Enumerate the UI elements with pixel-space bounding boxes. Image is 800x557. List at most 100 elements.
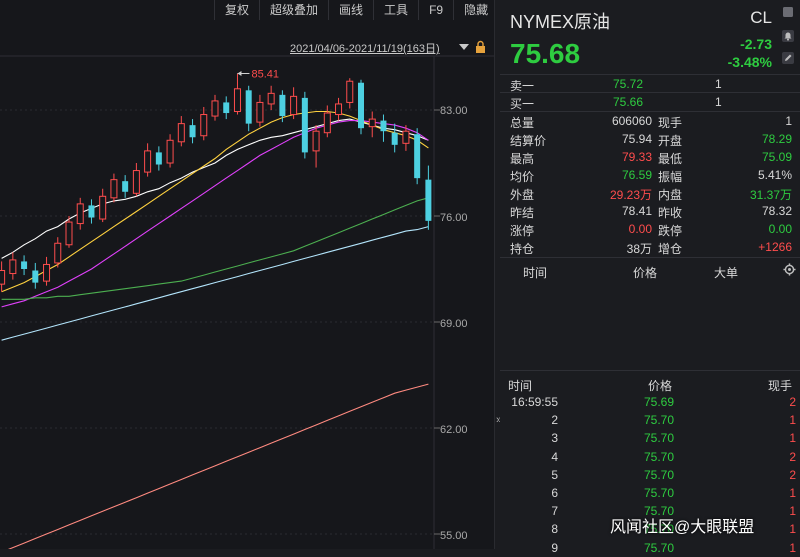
- bid-qty: 1: [715, 95, 722, 109]
- stats-row: 均价 76.59 振幅 5.41%: [500, 166, 800, 184]
- stat-value: 5.41%: [757, 168, 792, 182]
- toolbar-draw-line-button[interactable]: 画线: [329, 0, 375, 20]
- toolbar-f9-button[interactable]: F9: [419, 0, 455, 20]
- stat-label: 最高: [510, 152, 535, 166]
- bell-icon[interactable]: [782, 30, 794, 42]
- tick-time: 8: [551, 522, 558, 537]
- tick-row[interactable]: 4 75.70 2: [500, 448, 800, 466]
- candle-body: [189, 125, 196, 138]
- candle-body: [380, 120, 387, 132]
- y-tick-label: 83.00: [440, 105, 468, 117]
- stat-label: 均价: [510, 170, 535, 184]
- kline-chart[interactable]: 85.41: [0, 0, 494, 549]
- stat-label: 振幅: [658, 170, 683, 184]
- ticks-header-price: 价格: [648, 379, 673, 393]
- kline-chart-area[interactable]: 85.41 复权 超级叠加 画线 工具 F9 隐藏 2021/04/06-202…: [0, 0, 500, 549]
- stat-value: 78.41: [621, 204, 652, 218]
- candle-body: [267, 92, 275, 105]
- candle-body: [65, 221, 73, 246]
- tick-price: 75.70: [643, 431, 674, 446]
- window-control-icon[interactable]: [782, 6, 794, 18]
- ticks-header: 时间 价格 现手: [500, 375, 800, 393]
- toolbar-hide-button[interactable]: 隐藏: [454, 0, 500, 20]
- chart-toolbar: 复权 超级叠加 画线 工具 F9 隐藏: [214, 0, 500, 20]
- stat-value: 0.00: [768, 222, 792, 236]
- stat-label: 增仓: [658, 242, 683, 256]
- stats-row: 持仓 38万 增仓 +1266: [500, 238, 800, 256]
- tick-row[interactable]: 9 75.70 1: [500, 539, 800, 557]
- toolbar-overlay-button[interactable]: 超级叠加: [260, 0, 330, 20]
- y-tick-label: 55.00: [440, 530, 468, 542]
- stats-row: 结算价 75.94 开盘 78.29: [500, 130, 800, 148]
- stat-label: 涨停: [510, 224, 535, 238]
- tick-row[interactable]: 5 75.70 2: [500, 466, 800, 484]
- ticks-header-qty: 现手: [768, 379, 793, 393]
- date-range-label[interactable]: 2021/04/06-2021/11/19(163日): [290, 40, 440, 56]
- candle-body: [233, 88, 241, 113]
- tick-price: 75.70: [643, 413, 674, 428]
- orderbook-ask-row[interactable]: 卖一 75.72 1: [500, 75, 800, 93]
- stat-value: 78.32: [761, 204, 792, 218]
- candle-body: [21, 261, 28, 269]
- stat-value: +1266: [758, 240, 792, 254]
- candle-body: [368, 118, 376, 128]
- tick-price: 75.70: [643, 449, 674, 464]
- candle-body: [144, 150, 152, 173]
- divider: [500, 370, 800, 371]
- stats-row: 外盘 29.23万 内盘 31.37万: [500, 184, 800, 202]
- lock-icon[interactable]: [476, 46, 485, 53]
- moving-average-line: [1, 197, 429, 300]
- tab-big-order[interactable]: 大单: [714, 264, 738, 281]
- candle-body: [245, 90, 252, 124]
- moving-average-line: [7, 383, 429, 549]
- moving-average-line: [1, 110, 429, 293]
- ask-qty: 1: [715, 77, 722, 91]
- toolbar-adjust-button[interactable]: 复权: [215, 0, 261, 20]
- stat-value: 79.33: [621, 150, 652, 164]
- candle-body: [312, 130, 320, 152]
- y-tick-label: 62.00: [440, 424, 468, 436]
- y-tick-label: 69.00: [440, 318, 468, 330]
- orderbook-bid-row[interactable]: 买一 75.66 1: [500, 93, 800, 111]
- stat-value: 76.59: [621, 168, 652, 182]
- tick-price: 75.70: [643, 467, 674, 482]
- ticks-header-time: 时间: [508, 379, 533, 393]
- instrument-code: CL: [750, 8, 772, 27]
- tick-time: 3: [551, 431, 558, 446]
- watermark: 风闻社区@大眼联盟: [610, 519, 755, 536]
- tick-qty: 2: [789, 395, 796, 409]
- chevron-down-icon[interactable]: [459, 44, 469, 50]
- tick-qty: 1: [789, 540, 796, 555]
- stats-row: 昨结 78.41 昨收 78.32: [500, 202, 800, 220]
- stat-value: 38万: [626, 242, 652, 256]
- stat-value: 75.09: [761, 150, 792, 164]
- stat-label: 总量: [510, 116, 535, 130]
- stat-label: 最低: [658, 152, 683, 166]
- candle-body: [323, 112, 331, 134]
- y-tick-label: 76.00: [440, 212, 468, 224]
- tab-price[interactable]: 价格: [633, 264, 657, 281]
- edit-icon[interactable]: [782, 52, 794, 64]
- toolbar-tools-button[interactable]: 工具: [374, 0, 420, 20]
- candle-body: [200, 114, 208, 137]
- tick-row[interactable]: 3 75.70 1: [500, 429, 800, 447]
- tick-qty: 1: [789, 431, 796, 446]
- arrow-left-icon: [237, 71, 242, 77]
- candle-body: [358, 82, 364, 129]
- tab-time[interactable]: 时间: [523, 264, 547, 281]
- tick-time: 9: [551, 540, 558, 555]
- tick-row[interactable]: 6 75.70 1: [500, 484, 800, 502]
- tick-row[interactable]: 16:59:55 75.69 2: [500, 393, 800, 411]
- candle-body: [335, 103, 343, 116]
- candle-body: [0, 270, 6, 285]
- price-change-percent: -3.48%: [727, 54, 772, 70]
- bid-label: 买一: [510, 97, 535, 111]
- gear-icon[interactable]: [783, 263, 796, 276]
- instrument-title: NYMEX原油: [510, 12, 611, 32]
- candle-body: [346, 80, 354, 103]
- tick-price: 75.69: [643, 395, 674, 409]
- candle-body: [166, 139, 174, 164]
- tick-row[interactable]: 2 75.70 1: [500, 411, 800, 429]
- stat-label: 昨收: [658, 206, 683, 220]
- candle-body: [122, 181, 129, 192]
